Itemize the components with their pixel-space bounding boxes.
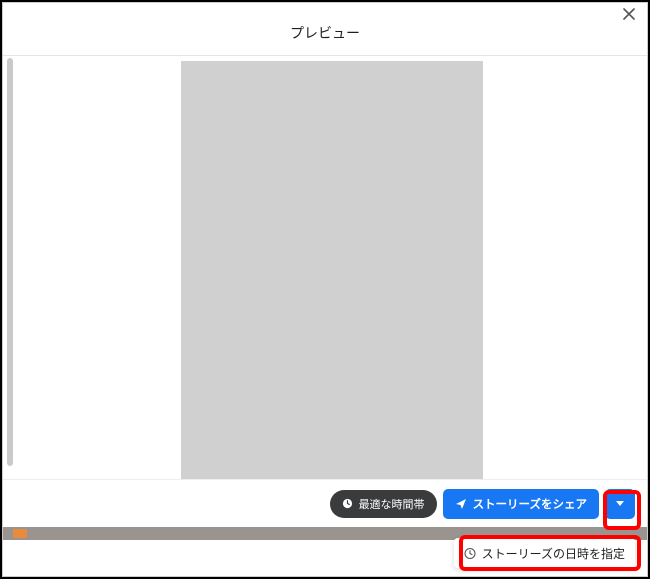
preview-modal: プレビュー 最適な時間帯 ストーリーズをシェア — [2, 2, 648, 577]
modal-title: プレビュー — [290, 23, 360, 43]
paper-plane-icon — [455, 498, 467, 510]
modal-footer: 最適な時間帯 ストーリーズをシェア — [3, 479, 647, 527]
clock-icon — [342, 498, 354, 510]
modal-header: プレビュー — [3, 11, 647, 56]
clock-outline-icon — [464, 547, 476, 559]
schedule-label: ストーリーズの日時を指定 — [482, 545, 625, 562]
preview-body — [3, 58, 647, 501]
share-stories-button[interactable]: ストーリーズをシェア — [443, 489, 599, 519]
close-icon[interactable] — [623, 5, 635, 23]
schedule-stories-menu-item[interactable]: ストーリーズの日時を指定 — [454, 538, 635, 568]
scrollbar[interactable] — [3, 58, 17, 501]
caret-down-icon — [616, 501, 624, 506]
share-options-caret-button[interactable] — [605, 489, 635, 519]
preview-area — [17, 58, 647, 501]
share-button-label: ストーリーズをシェア — [473, 496, 587, 512]
best-time-pill[interactable]: 最適な時間帯 — [330, 490, 437, 518]
best-time-label: 最適な時間帯 — [359, 496, 425, 512]
story-preview-placeholder — [181, 61, 483, 489]
